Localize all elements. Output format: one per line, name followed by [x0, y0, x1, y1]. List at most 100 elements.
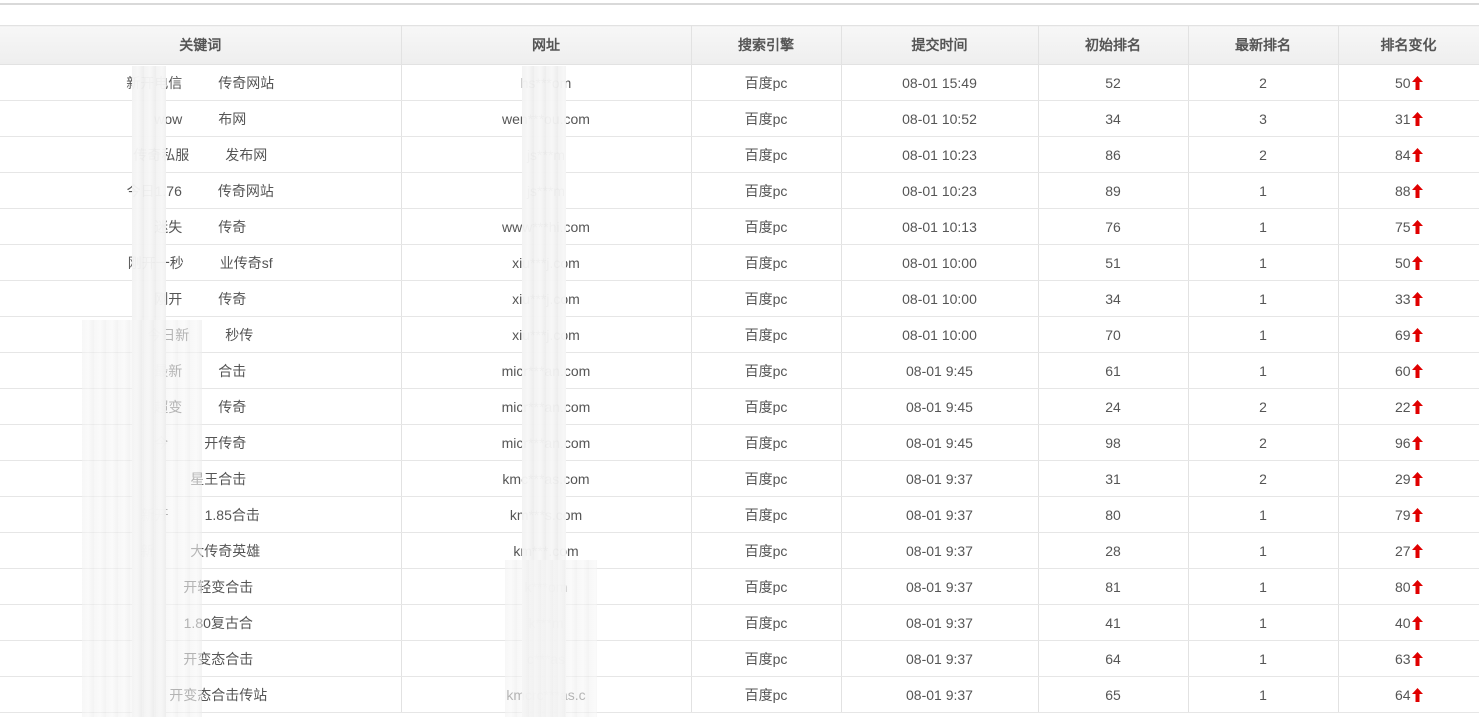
cell-url[interactable]: kmcrc***as.c: [400, 676, 691, 713]
cell-url[interactable]: c***as: [400, 640, 691, 677]
cell-rank-change: 79: [1337, 496, 1479, 533]
cell-latest-rank: 1: [1187, 640, 1338, 677]
rank-change-value: 96: [1394, 434, 1411, 451]
header-url[interactable]: 网址: [400, 25, 692, 65]
cell-latest-rank: 2: [1187, 388, 1338, 425]
cell-url[interactable]: xiu***j.com: [400, 244, 691, 281]
rank-change-value: 80: [1394, 578, 1411, 595]
cell-latest-rank: 1: [1187, 280, 1338, 317]
cell-search-engine: 百度pc: [690, 244, 841, 281]
ranking-table: 关键词 网址 搜索引擎 提交时间 初始排名 最新排名 排名变化 新开电信 传奇网站…: [0, 25, 1479, 713]
rank-change-wrap: 88: [1395, 183, 1423, 199]
cell-rank-change: 88: [1337, 172, 1479, 209]
rank-change-wrap: 64: [1395, 687, 1423, 703]
cell-search-engine: 百度pc: [690, 316, 841, 353]
cell-rank-change: 75: [1337, 208, 1479, 245]
table-row: 传奇私服 发布网 js***m 百度pc 08-01 10:23 86 2 84: [0, 136, 1479, 173]
rank-change-wrap: 29: [1395, 471, 1423, 487]
cell-url[interactable]: www***hi.com: [400, 208, 691, 245]
cell-latest-rank: 1: [1187, 496, 1338, 533]
header-latest-rank[interactable]: 最新排名: [1187, 25, 1339, 65]
cell-url[interactable]: hs***om: [400, 64, 691, 101]
table-row: 1.80复古合 k***m 百度pc 08-01 9:37 41 1 40: [0, 604, 1479, 641]
cell-url[interactable]: k***om: [400, 568, 691, 605]
cell-submit-time: 08-01 10:00: [840, 244, 1038, 281]
rank-change-wrap: 96: [1395, 435, 1423, 451]
cell-url[interactable]: js***m: [400, 172, 691, 209]
keyword-text: 最新: [154, 362, 183, 379]
header-initial-rank[interactable]: 初始排名: [1037, 25, 1189, 65]
up-arrow-icon: [1411, 183, 1423, 198]
cell-submit-time: 08-01 9:37: [840, 640, 1038, 677]
keyword-text-tail: 传奇: [218, 398, 247, 415]
rank-change-value: 31: [1394, 110, 1411, 127]
rank-change-value: 69: [1394, 326, 1411, 343]
cell-url[interactable]: km***s.com: [400, 496, 691, 533]
rank-change-value: 29: [1394, 470, 1411, 487]
rank-change-wrap: 22: [1395, 399, 1423, 415]
cell-search-engine: 百度pc: [690, 676, 841, 713]
keyword-text: 传奇私服: [133, 146, 190, 163]
keyword-text-tail: 发布网: [225, 146, 268, 163]
cell-url[interactable]: js***m: [400, 136, 691, 173]
table-header-row: 关键词 网址 搜索引擎 提交时间 初始排名 最新排名 排名变化: [0, 25, 1479, 65]
header-keyword[interactable]: 关键词: [0, 25, 402, 65]
cell-rank-change: 80: [1337, 568, 1479, 605]
up-arrow-icon: [1411, 291, 1423, 306]
rank-change-wrap: 75: [1395, 219, 1423, 235]
cell-url[interactable]: micr***an.com: [400, 424, 691, 461]
up-arrow-icon: [1411, 327, 1423, 342]
cell-keyword: 今日1.76 传奇网站: [0, 172, 401, 209]
cell-search-engine: 百度pc: [690, 604, 841, 641]
cell-search-engine: 百度pc: [690, 424, 841, 461]
cell-search-engine: 百度pc: [690, 388, 841, 425]
table-row: 今日新 秒传 xiu***j.com 百度pc 08-01 10:00 70 1 69: [0, 316, 1479, 353]
cell-keyword: 1.80复古合: [0, 604, 401, 641]
keyword-text-tail: 开变态合击传站: [169, 686, 268, 703]
cell-initial-rank: 65: [1037, 676, 1188, 713]
table-row: 迷失 传奇 www***hi.com 百度pc 08-01 10:13 76 1 75: [0, 208, 1479, 245]
cell-submit-time: 08-01 9:45: [840, 388, 1038, 425]
cell-url[interactable]: xiu***j.com: [400, 316, 691, 353]
rank-change-wrap: 50: [1395, 75, 1423, 91]
cell-submit-time: 08-01 9:37: [840, 568, 1038, 605]
cell-rank-change: 40: [1337, 604, 1479, 641]
table-row: wow 布网 wen***ou.com 百度pc 08-01 10:52 34 3 31: [0, 100, 1479, 137]
cell-search-engine: 百度pc: [690, 640, 841, 677]
header-rank-change[interactable]: 排名变化: [1337, 25, 1479, 65]
cell-rank-change: 33: [1337, 280, 1479, 317]
cell-keyword: 今日新 秒传: [0, 316, 401, 353]
rank-change-wrap: 69: [1395, 327, 1423, 343]
keyword-text-tail: 布网: [218, 110, 247, 127]
cell-url[interactable]: kmc***as.com: [400, 460, 691, 497]
cell-keyword: 开变态合击传站: [0, 676, 401, 713]
cell-submit-time: 08-01 10:00: [840, 316, 1038, 353]
cell-url[interactable]: wen***ou.com: [400, 100, 691, 137]
cell-url[interactable]: micr***an.com: [400, 352, 691, 389]
cell-rank-change: 50: [1337, 64, 1479, 101]
cell-submit-time: 08-01 10:23: [840, 136, 1038, 173]
cell-initial-rank: 28: [1037, 532, 1188, 569]
cell-latest-rank: 1: [1187, 244, 1338, 281]
rank-change-value: 50: [1394, 254, 1411, 271]
cell-keyword: 开变态合击: [0, 640, 401, 677]
header-search-engine[interactable]: 搜索引擎: [690, 25, 842, 65]
header-submit-time[interactable]: 提交时间: [840, 25, 1039, 65]
cell-search-engine: 百度pc: [690, 532, 841, 569]
table-row: 刚开 传奇 xiu***j.com 百度pc 08-01 10:00 34 1 33: [0, 280, 1479, 317]
cell-submit-time: 08-01 9:45: [840, 424, 1038, 461]
cell-submit-time: 08-01 9:37: [840, 460, 1038, 497]
table-row: 开变态合击 c***as 百度pc 08-01 9:37 64 1 63: [0, 640, 1479, 677]
cell-url[interactable]: k***m: [400, 604, 691, 641]
cell-url[interactable]: xiu***j.com: [400, 280, 691, 317]
rank-change-wrap: 31: [1395, 111, 1423, 127]
cell-submit-time: 08-01 9:45: [840, 352, 1038, 389]
keyword-text-tail: 传奇网站: [218, 74, 275, 91]
cell-initial-rank: 98: [1037, 424, 1188, 461]
table-row: 刚开一秒 业传奇sf xiu***j.com 百度pc 08-01 10:00 51 1 50: [0, 244, 1479, 281]
cell-rank-change: 27: [1337, 532, 1479, 569]
cell-latest-rank: 1: [1187, 676, 1338, 713]
cell-search-engine: 百度pc: [690, 208, 841, 245]
cell-url[interactable]: micr***an.com: [400, 388, 691, 425]
cell-url[interactable]: km***.com: [400, 532, 691, 569]
